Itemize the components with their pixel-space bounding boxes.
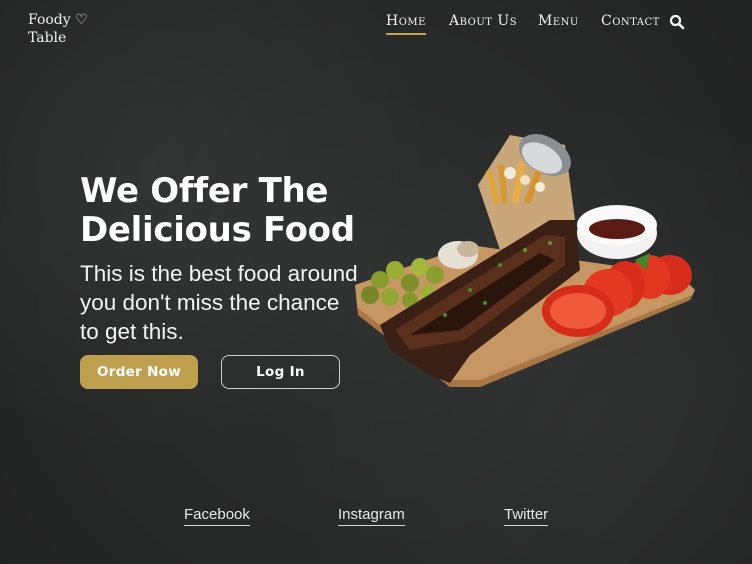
nav-item-about-us[interactable]: About Us [449,13,517,33]
log-in-button[interactable]: Log In [221,355,340,389]
main-nav: Home About Us Menu Contact [0,13,752,41]
sauce-bowl [577,205,657,259]
order-now-button[interactable]: Order Now [80,355,198,389]
social-link-instagram[interactable]: Instagram [338,506,405,526]
nav-item-contact[interactable]: Contact [601,13,660,33]
nav-item-menu[interactable]: Menu [538,13,579,33]
food-image [350,125,702,395]
social-link-facebook[interactable]: Facebook [184,506,250,526]
social-link-twitter[interactable]: Twitter [504,506,549,526]
search-icon[interactable] [669,14,685,30]
nav-item-home[interactable]: Home [386,13,426,35]
hero-subtitle: This is the best food around you don't m… [80,261,358,344]
hero-title: We Offer The Delicious Food [80,171,355,250]
